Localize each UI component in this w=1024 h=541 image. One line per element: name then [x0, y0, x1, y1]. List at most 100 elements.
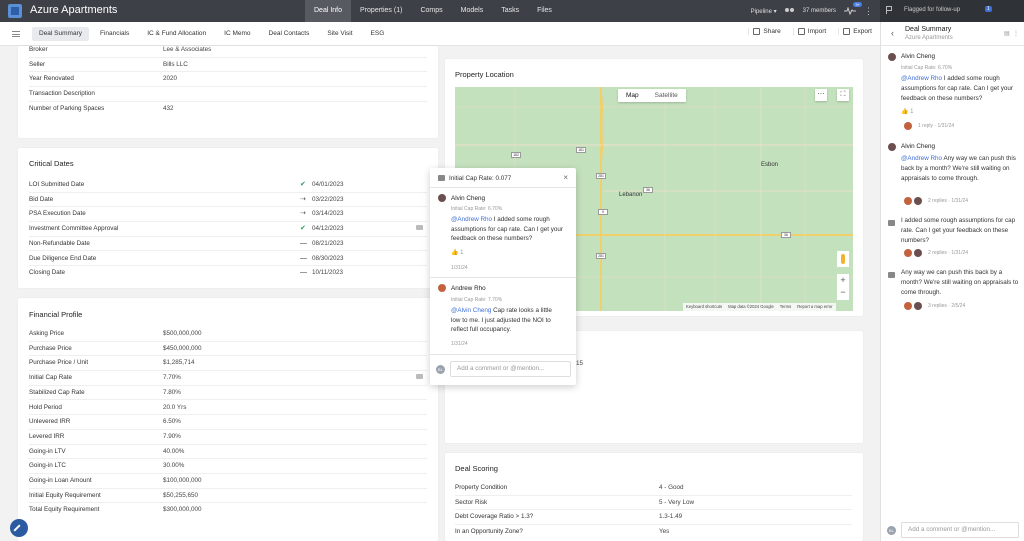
- row-label: Sector Risk: [455, 498, 488, 506]
- thread-body[interactable]: @Andrew Rho Any way we can push this bac…: [901, 154, 1019, 184]
- row-value[interactable]: 5 - Very Low: [659, 499, 694, 506]
- tab-site-visit[interactable]: Site Visit: [320, 27, 359, 41]
- row-date[interactable]: 03/22/2023: [312, 196, 344, 203]
- thread-meta[interactable]: 3 replies · 2/5/24: [928, 303, 965, 309]
- thread-body[interactable]: I added some rough assumptions for cap r…: [901, 216, 1019, 246]
- row-value[interactable]: $1,285,714: [163, 359, 195, 366]
- report-map-error-link[interactable]: Report a map error: [794, 303, 835, 311]
- sidebar-header: ‹ Deal Summary Azure Apartments ▤ ⋮: [881, 22, 1024, 46]
- row-value[interactable]: 4 - Good: [659, 484, 684, 491]
- row-value[interactable]: $50,255,650: [163, 492, 198, 499]
- back-icon[interactable]: ‹: [891, 28, 894, 38]
- thread-body[interactable]: Any way we can push this back by a month…: [901, 268, 1019, 298]
- thread-meta[interactable]: 2 replies · 1/31/24: [928, 250, 968, 256]
- row-value[interactable]: $100,000,000: [163, 477, 202, 484]
- mention-link[interactable]: @Andrew Rho: [901, 155, 942, 162]
- tab-deal-summary[interactable]: Deal Summary: [32, 27, 89, 41]
- road-shield: 281: [596, 253, 606, 259]
- row-value[interactable]: 20.0 Yrs: [163, 404, 186, 411]
- row-value[interactable]: $450,000,000: [163, 345, 202, 352]
- row-label: Debt Coverage Ratio > 1.3?: [455, 513, 534, 521]
- export-button[interactable]: Export: [838, 28, 872, 35]
- row-value[interactable]: 432: [163, 105, 174, 112]
- zoom-out-icon[interactable]: −: [837, 286, 849, 298]
- street-view-icon[interactable]: [837, 251, 849, 267]
- avatar: [914, 197, 922, 205]
- comment-icon[interactable]: [416, 225, 423, 231]
- activity-icon[interactable]: 9+: [844, 2, 862, 15]
- menu-icon[interactable]: [12, 31, 20, 37]
- row-value[interactable]: $300,000,000: [163, 506, 202, 513]
- followup-label[interactable]: Flagged for follow-up: [904, 7, 960, 13]
- row-value[interactable]: 30.00%: [163, 462, 184, 469]
- row-date[interactable]: 04/12/2023: [312, 225, 344, 232]
- fullscreen-icon[interactable]: ⛶: [837, 89, 849, 101]
- pipeline-dropdown[interactable]: Pipeline ▾: [751, 8, 777, 15]
- like-button[interactable]: 👍 1: [451, 249, 463, 256]
- nav-models[interactable]: Models: [452, 0, 493, 22]
- comment-input[interactable]: Add a comment or @mention...: [450, 361, 571, 377]
- avatar: [888, 53, 896, 61]
- thread-meta[interactable]: 1 reply · 1/31/24: [918, 123, 954, 129]
- row-value[interactable]: 1.3-1.49: [659, 513, 682, 520]
- map-options-icon[interactable]: ⋯: [815, 89, 827, 101]
- row-label: Initial Equity Requirement: [29, 491, 101, 499]
- sidebar-comment-input[interactable]: Add a comment or @mention...: [901, 522, 1019, 538]
- close-icon[interactable]: ×: [563, 173, 568, 182]
- map-button[interactable]: Map: [618, 89, 647, 102]
- row-value[interactable]: $500,000,000: [163, 330, 202, 337]
- row-label: In an Opportunity Zone?: [455, 528, 523, 536]
- more-options-icon[interactable]: ⋮: [1013, 31, 1019, 37]
- row-value[interactable]: Lee & Associates: [163, 46, 211, 53]
- members-count[interactable]: 37 members: [803, 8, 836, 14]
- financial-row: Going-in LTC 30.00%: [29, 459, 427, 474]
- tab-ic-memo[interactable]: IC Memo: [217, 27, 257, 41]
- terms-link[interactable]: Terms: [777, 303, 794, 311]
- nav-comps[interactable]: Comps: [411, 0, 451, 22]
- tab-esg[interactable]: ESG: [364, 27, 392, 41]
- zoom-in-icon[interactable]: +: [837, 274, 849, 286]
- nav-deal-info[interactable]: Deal Info: [305, 0, 352, 22]
- import-button[interactable]: Import: [792, 28, 826, 35]
- row-date[interactable]: 03/14/2023: [312, 210, 344, 217]
- mention-link[interactable]: @Alvin Cheng: [451, 307, 491, 314]
- row-value[interactable]: 6.50%: [163, 418, 181, 425]
- nav-tasks[interactable]: Tasks: [492, 0, 528, 22]
- comment-icon[interactable]: [416, 374, 423, 380]
- tab-financials[interactable]: Financials: [93, 27, 136, 41]
- nav-files[interactable]: Files: [528, 0, 561, 22]
- edit-icon[interactable]: [10, 519, 28, 537]
- followup-bar: Flagged for follow-up 1: [880, 0, 1024, 22]
- row-date[interactable]: 10/11/2023: [312, 269, 343, 276]
- tab-deal-contacts[interactable]: Deal Contacts: [262, 27, 317, 41]
- share-button[interactable]: Share: [748, 28, 781, 35]
- row-date[interactable]: 08/30/2023: [312, 255, 344, 262]
- scoring-row: In an Opportunity Zone? Yes: [455, 525, 852, 540]
- mention-link[interactable]: @Andrew Rho: [901, 75, 942, 82]
- thread-meta[interactable]: 2 replies · 1/31/24: [928, 198, 968, 204]
- satellite-button[interactable]: Satellite: [647, 89, 686, 102]
- tab-ic-fund-allocation[interactable]: IC & Fund Allocation: [140, 27, 213, 41]
- mention-link[interactable]: @Andrew Rho: [451, 216, 492, 223]
- app-logo-icon[interactable]: [8, 4, 22, 18]
- keyboard-shortcuts-link[interactable]: Keyboard shortcuts: [683, 303, 725, 311]
- row-value[interactable]: Bills LLC: [163, 61, 188, 68]
- row-value[interactable]: Yes: [659, 528, 669, 535]
- row-value[interactable]: 40.00%: [163, 448, 184, 455]
- sidebar-actions: ▤ ⋮: [1004, 30, 1019, 37]
- nav-properties[interactable]: Properties (1): [351, 0, 411, 22]
- row-value[interactable]: 7.70%: [163, 374, 181, 381]
- detail-row: Transaction Description: [29, 87, 427, 102]
- financial-profile-card: Financial Profile Asking Price $500,000,0…: [18, 298, 438, 541]
- row-date[interactable]: 04/01/2023: [312, 181, 344, 188]
- like-button[interactable]: 👍 1: [901, 108, 913, 115]
- row-value[interactable]: 7.90%: [163, 433, 181, 440]
- comment-popover: Initial Cap Rate: 0.077 × Alvin Cheng In…: [430, 168, 576, 385]
- flag-icon[interactable]: [886, 6, 892, 14]
- more-options-icon[interactable]: ⋮: [864, 6, 873, 17]
- comment-filter-icon[interactable]: ▤: [1004, 31, 1010, 37]
- thread-body[interactable]: @Andrew Rho I added some rough assumptio…: [901, 74, 1019, 104]
- row-value[interactable]: 7.80%: [163, 389, 181, 396]
- row-date[interactable]: 08/21/2023: [312, 240, 344, 247]
- row-value[interactable]: 2020: [163, 75, 177, 82]
